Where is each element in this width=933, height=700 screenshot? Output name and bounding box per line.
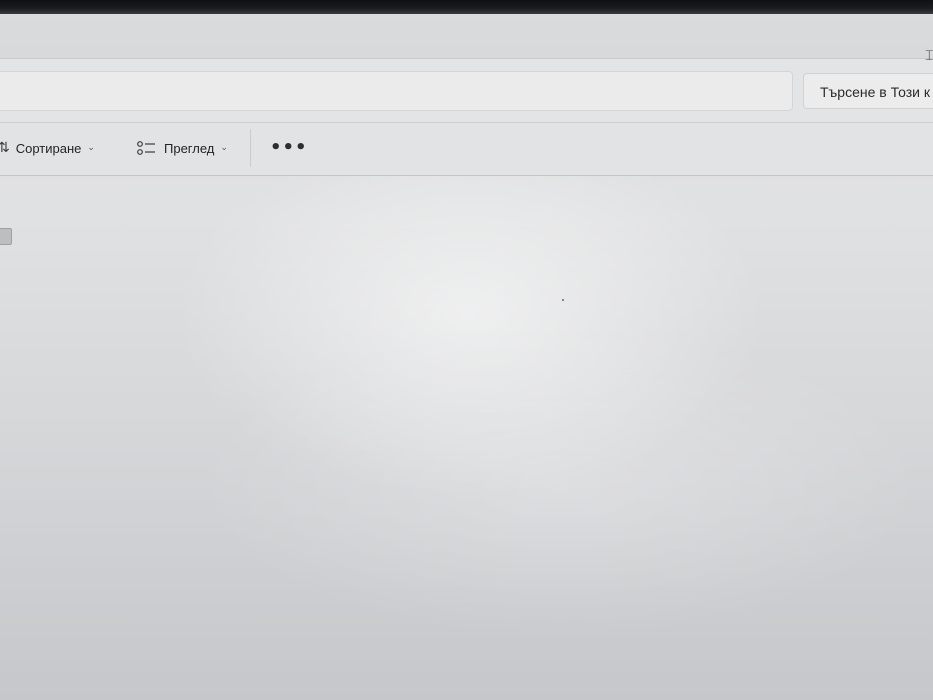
file-list-area[interactable] <box>0 175 933 700</box>
view-label: Преглед <box>164 140 215 156</box>
sort-icon: ⇅ <box>0 140 10 156</box>
monitor-bezel <box>0 0 933 14</box>
search-placeholder: Търсене в Този к <box>820 84 930 100</box>
sort-label: Сортиране <box>15 140 82 156</box>
screen-speck <box>562 299 564 301</box>
text-cursor-icon: ⌶ <box>925 48 933 64</box>
more-options-button[interactable]: ••• <box>270 137 308 159</box>
title-bar <box>0 14 933 60</box>
more-icon: ••• <box>270 137 308 158</box>
sort-button[interactable]: ⇅ Сортиране ⌄ <box>0 137 95 159</box>
view-button[interactable]: Преглед ⌄ <box>136 137 228 159</box>
view-icon <box>137 141 155 155</box>
address-bar-row: Търсене в Този к <box>0 58 933 123</box>
select-all-checkbox[interactable] <box>0 228 12 245</box>
chevron-down-icon: ⌄ <box>220 143 228 153</box>
address-input[interactable] <box>0 71 793 111</box>
toolbar-divider <box>250 129 251 167</box>
command-bar: ⇅ Сортиране ⌄ Преглед ⌄ ••• <box>0 122 933 176</box>
search-input[interactable]: Търсене в Този к <box>803 73 933 109</box>
chevron-down-icon: ⌄ <box>87 143 95 153</box>
